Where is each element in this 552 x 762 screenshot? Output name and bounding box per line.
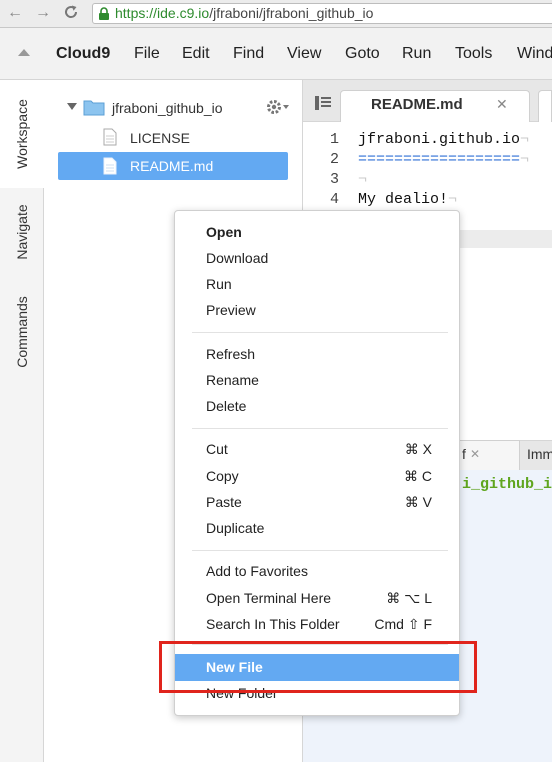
tab-workspace[interactable]: Workspace xyxy=(14,99,30,169)
tab-list-icon[interactable] xyxy=(315,96,331,110)
expand-arrow-icon[interactable] xyxy=(67,103,77,111)
tree-root-folder[interactable]: jfraboni_github_io xyxy=(112,100,223,116)
menu-item-run[interactable]: Run xyxy=(206,276,232,292)
brand-menu[interactable]: Cloud9 xyxy=(56,45,110,63)
menu-separator xyxy=(192,550,448,551)
address-bar[interactable]: https://ide.c9.io/jfraboni/jfraboni_gith… xyxy=(92,3,552,24)
shortcut-open-terminal: ⌘ ⌥ L xyxy=(386,590,432,606)
code-line-1: jfraboni.github.io¬ xyxy=(358,131,530,148)
lower-tab-1-label: f xyxy=(462,446,466,462)
menu-tools[interactable]: Tools xyxy=(455,45,492,63)
menu-item-rename[interactable]: Rename xyxy=(206,372,259,388)
file-icon xyxy=(103,157,117,175)
line-number: 4 xyxy=(329,191,339,208)
code-line-2: ==================¬ xyxy=(358,151,530,168)
menu-edit[interactable]: Edit xyxy=(182,45,210,63)
terminal-prompt: i_github_io xyxy=(462,476,552,493)
tree-file-readme[interactable]: README.md xyxy=(130,158,213,174)
menu-file[interactable]: File xyxy=(134,45,160,63)
folder-icon xyxy=(83,100,105,116)
collapse-triangle-icon[interactable] xyxy=(18,49,30,56)
editor-tab-next[interactable] xyxy=(538,90,552,122)
code-line-4: My dealio!¬ xyxy=(358,191,458,208)
shortcut-search-in-folder: Cmd ⇧ F xyxy=(374,616,432,632)
menu-find[interactable]: Find xyxy=(233,45,264,63)
menu-window[interactable]: Wind xyxy=(517,45,552,63)
arrow-left-icon[interactable]: ← xyxy=(6,3,24,23)
menu-item-download[interactable]: Download xyxy=(206,250,268,266)
close-icon[interactable]: ✕ xyxy=(470,447,480,461)
menu-goto[interactable]: Goto xyxy=(345,45,380,63)
menu-separator xyxy=(192,428,448,429)
menu-item-cut[interactable]: Cut xyxy=(206,441,228,457)
shortcut-cut: ⌘ X xyxy=(404,441,432,457)
file-icon xyxy=(103,128,117,146)
menu-run[interactable]: Run xyxy=(402,45,431,63)
tab-navigate[interactable]: Navigate xyxy=(14,204,30,259)
shortcut-paste: ⌘ V xyxy=(404,494,432,510)
lock-icon xyxy=(99,7,109,20)
menu-item-copy[interactable]: Copy xyxy=(206,468,239,484)
arrow-right-icon[interactable]: → xyxy=(34,3,52,23)
menu-item-preview[interactable]: Preview xyxy=(206,302,256,318)
reload-icon[interactable] xyxy=(62,4,80,24)
shortcut-copy: ⌘ C xyxy=(404,468,432,484)
gear-icon[interactable] xyxy=(266,98,290,116)
line-number: 1 xyxy=(329,131,339,148)
tree-file-license[interactable]: LICENSE xyxy=(130,130,190,146)
line-number: 3 xyxy=(329,171,339,188)
menu-item-paste[interactable]: Paste xyxy=(206,494,242,510)
editor-tab-label: README.md xyxy=(371,96,463,113)
code-line-3: ¬ xyxy=(358,171,368,188)
menu-separator xyxy=(192,332,448,333)
menu-item-delete[interactable]: Delete xyxy=(206,398,246,414)
lower-tab-immediate[interactable]: Imm xyxy=(527,446,552,462)
line-number: 2 xyxy=(329,151,339,168)
menu-item-refresh[interactable]: Refresh xyxy=(206,346,255,362)
annotation-highlight-box xyxy=(159,641,477,693)
tab-commands[interactable]: Commands xyxy=(14,296,30,368)
menu-item-open[interactable]: Open xyxy=(206,224,242,240)
menu-item-duplicate[interactable]: Duplicate xyxy=(206,520,264,536)
menu-view[interactable]: View xyxy=(287,45,321,63)
menu-item-add-to-favorites[interactable]: Add to Favorites xyxy=(206,563,308,579)
close-icon[interactable]: ✕ xyxy=(496,96,508,113)
